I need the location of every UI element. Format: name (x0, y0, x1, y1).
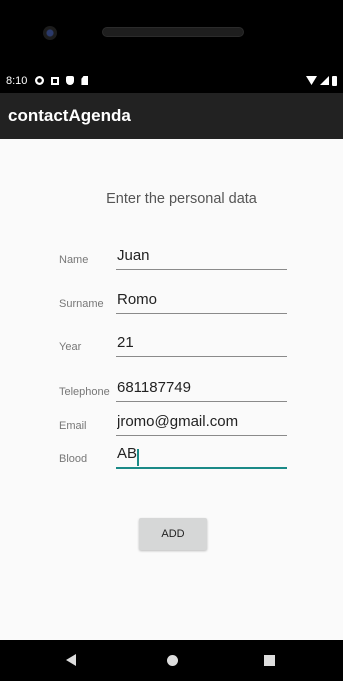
add-button[interactable]: ADD (139, 518, 207, 550)
telephone-label: Telephone (59, 386, 110, 398)
device-bezel (0, 0, 343, 68)
surname-row: Surname (0, 282, 343, 316)
surname-input[interactable] (116, 288, 287, 314)
form-screen: Enter the personal data Name Surname Yea… (0, 139, 343, 640)
telephone-input[interactable] (116, 376, 287, 402)
screen-notification-icon (51, 76, 60, 85)
text-cursor (137, 449, 139, 466)
wifi-icon (306, 76, 317, 85)
back-icon[interactable] (66, 654, 76, 666)
status-time: 8:10 (6, 74, 28, 87)
front-camera-icon (43, 26, 57, 40)
email-row: Email (0, 404, 343, 438)
year-input[interactable] (116, 331, 287, 357)
name-row: Name (0, 238, 343, 272)
name-input[interactable] (116, 244, 287, 270)
earpiece-speaker (102, 27, 244, 37)
status-bar: 8:10 (0, 68, 343, 93)
app-title: contactAgenda (8, 106, 131, 125)
surname-label: Surname (59, 298, 104, 310)
email-label: Email (59, 420, 87, 432)
year-row: Year (0, 325, 343, 359)
home-icon[interactable] (167, 655, 178, 666)
sd-card-icon (81, 76, 89, 85)
year-label: Year (59, 341, 82, 353)
blood-input[interactable] (116, 443, 287, 469)
system-status-icons (306, 75, 337, 86)
notification-icons (35, 76, 89, 85)
settings-notification-icon (35, 76, 45, 85)
cell-signal-icon (320, 76, 329, 85)
navigation-bar (0, 640, 343, 681)
email-input[interactable] (116, 410, 287, 436)
form-heading: Enter the personal data (106, 191, 257, 207)
recent-apps-icon[interactable] (264, 655, 275, 666)
telephone-row: Telephone (0, 370, 343, 404)
blood-label: Blood (59, 453, 88, 465)
app-bar: contactAgenda (0, 93, 343, 139)
shield-notification-icon (66, 76, 75, 85)
battery-icon (332, 75, 337, 86)
blood-row: Blood (0, 437, 343, 471)
name-label: Name (59, 254, 89, 266)
